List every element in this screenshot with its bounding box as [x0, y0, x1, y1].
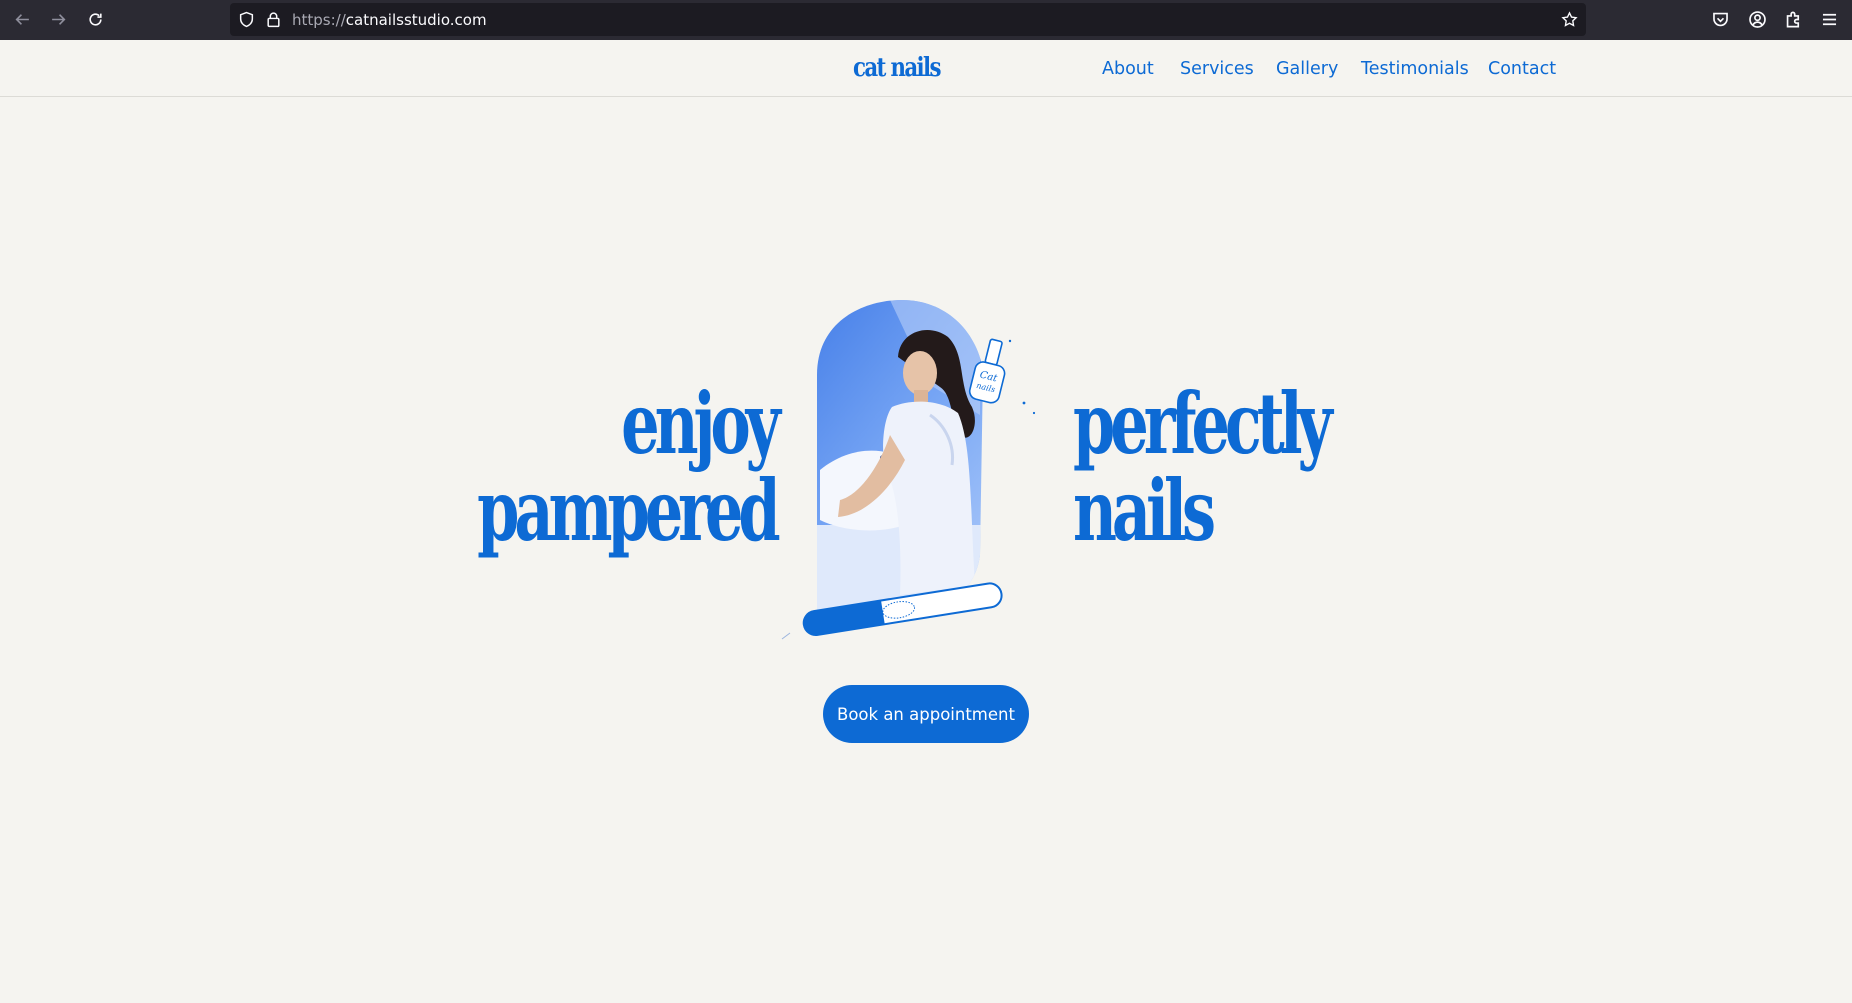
address-bar[interactable]: https://catnailsstudio.com	[230, 3, 1586, 36]
menu-icon[interactable]	[1820, 10, 1839, 29]
nav-gallery[interactable]: Gallery	[1276, 58, 1338, 80]
hero-word-enjoy: enjoy	[621, 374, 781, 473]
nav-testimonials[interactable]: Testimonials	[1361, 58, 1469, 80]
pocket-icon[interactable]	[1711, 10, 1730, 29]
site-header: cat nails About Services Gallery Testimo…	[0, 40, 1852, 97]
logo[interactable]: cat nails	[853, 50, 941, 86]
url-scheme: https://	[292, 11, 346, 29]
url-text[interactable]: https://catnailsstudio.com	[292, 11, 487, 29]
reload-icon[interactable]	[83, 7, 107, 31]
browser-toolbar: https://catnailsstudio.com	[0, 0, 1852, 40]
account-icon[interactable]	[1748, 10, 1767, 29]
extensions-icon[interactable]	[1784, 10, 1803, 29]
star-icon[interactable]	[1561, 11, 1578, 28]
lock-icon[interactable]	[265, 11, 282, 28]
back-icon[interactable]	[10, 7, 34, 31]
hero-photo: Cat nails	[780, 295, 1060, 647]
nav-services[interactable]: Services	[1180, 58, 1254, 80]
book-appointment-button[interactable]: Book an appointment	[823, 685, 1029, 743]
shield-icon[interactable]	[238, 11, 255, 28]
hero-word-pampered: pampered	[477, 461, 781, 560]
nav-contact[interactable]: Contact	[1488, 58, 1556, 80]
hero-word-nails: nails	[1073, 461, 1216, 560]
hero-word-perfectly: perfectly	[1073, 374, 1333, 473]
nav-about[interactable]: About	[1102, 58, 1154, 80]
url-host: catnailsstudio.com	[345, 11, 487, 29]
forward-icon[interactable]	[46, 7, 70, 31]
